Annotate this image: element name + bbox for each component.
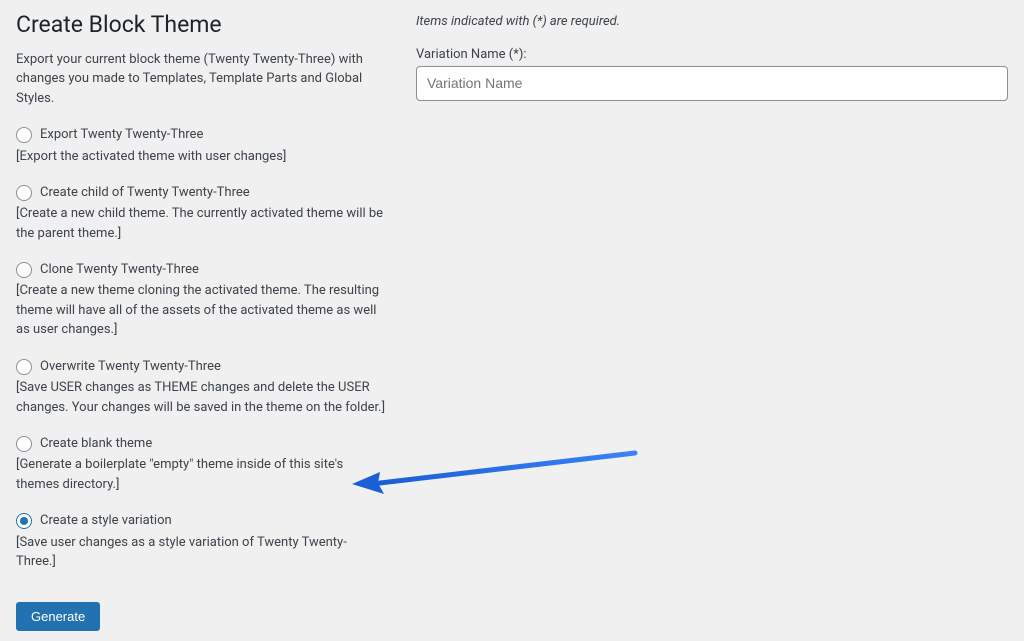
- variation-name-input[interactable]: [416, 66, 1008, 101]
- radio-clone[interactable]: [16, 262, 32, 278]
- radio-child[interactable]: [16, 185, 32, 201]
- option-style-variation-desc: [Save user changes as a style variation …: [16, 533, 386, 572]
- option-child-desc: [Create a new child theme. The currently…: [16, 204, 386, 243]
- variation-name-label: Variation Name (*):: [416, 47, 1008, 62]
- option-blank-row[interactable]: Create blank theme: [16, 435, 386, 453]
- intro-text: Export your current block theme (Twenty …: [16, 50, 386, 109]
- radio-style-variation[interactable]: [16, 513, 32, 529]
- option-style-variation-label: Create a style variation: [40, 512, 172, 530]
- option-clone: Clone Twenty Twenty-Three [Create a new …: [16, 261, 386, 340]
- radio-export[interactable]: [16, 127, 32, 143]
- option-clone-desc: [Create a new theme cloning the activate…: [16, 281, 386, 340]
- option-blank-label: Create blank theme: [40, 435, 152, 453]
- option-clone-row[interactable]: Clone Twenty Twenty-Three: [16, 261, 386, 279]
- option-blank-desc: [Generate a boilerplate "empty" theme in…: [16, 455, 386, 494]
- option-export: Export Twenty Twenty-Three [Export the a…: [16, 126, 386, 166]
- generate-button[interactable]: Generate: [16, 602, 100, 631]
- option-export-desc: [Export the activated theme with user ch…: [16, 147, 386, 167]
- option-clone-label: Clone Twenty Twenty-Three: [40, 261, 199, 279]
- required-note: Items indicated with (*) are required.: [416, 14, 1008, 29]
- option-overwrite-row[interactable]: Overwrite Twenty Twenty-Three: [16, 358, 386, 376]
- option-child-label: Create child of Twenty Twenty-Three: [40, 184, 250, 202]
- option-child: Create child of Twenty Twenty-Three [Cre…: [16, 184, 386, 243]
- option-overwrite: Overwrite Twenty Twenty-Three [Save USER…: [16, 358, 386, 417]
- option-child-row[interactable]: Create child of Twenty Twenty-Three: [16, 184, 386, 202]
- option-export-row[interactable]: Export Twenty Twenty-Three: [16, 126, 386, 144]
- option-style-variation-row[interactable]: Create a style variation: [16, 512, 386, 530]
- radio-blank[interactable]: [16, 436, 32, 452]
- option-style-variation: Create a style variation [Save user chan…: [16, 512, 386, 571]
- option-overwrite-label: Overwrite Twenty Twenty-Three: [40, 358, 221, 376]
- option-export-label: Export Twenty Twenty-Three: [40, 126, 203, 144]
- option-blank: Create blank theme [Generate a boilerpla…: [16, 435, 386, 494]
- radio-overwrite[interactable]: [16, 359, 32, 375]
- option-overwrite-desc: [Save USER changes as THEME changes and …: [16, 378, 386, 417]
- page-title: Create Block Theme: [16, 10, 386, 40]
